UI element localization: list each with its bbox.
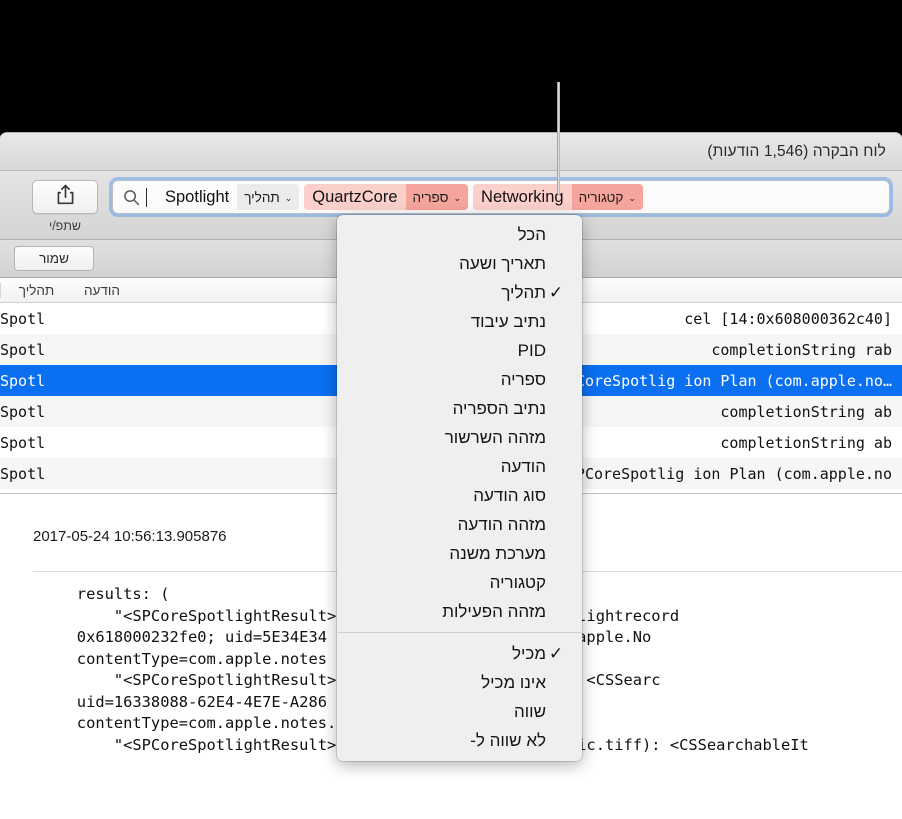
chevron-down-icon: ⌄ [453, 192, 462, 203]
column-header-process[interactable]: תהליך [0, 282, 72, 298]
menu-item-label: סוג הודעה [473, 485, 546, 505]
search-token-library-key[interactable]: ספריה ⌄ [405, 184, 469, 210]
menu-separator [338, 632, 581, 633]
menu-item[interactable]: אינו מכיל [337, 668, 582, 697]
checkmark-icon: ✓ [548, 643, 564, 663]
search-token-library-value: QuartzCore [304, 184, 406, 210]
menu-item-label: מזהה הודעה [457, 514, 546, 534]
search-token-process-key[interactable]: תהליך ⌄ [237, 184, 300, 210]
cell-process: Spotl [0, 433, 46, 452]
menu-item[interactable]: נתיב עיבוד [337, 307, 582, 336]
search-token-category-label: קטגוריה [578, 189, 624, 205]
share-group: שתפ/י [22, 180, 108, 233]
menu-item[interactable]: סוג הודעה [337, 481, 582, 510]
menu-item-label: PID [517, 340, 546, 360]
cell-process: Spotl [0, 340, 46, 359]
save-button[interactable]: שמור [14, 246, 94, 271]
search-token-process-label: תהליך [244, 189, 280, 205]
menu-item-label: תאריך ושעה [459, 253, 546, 273]
menu-item[interactable]: הכל [337, 220, 582, 249]
menu-item-label: מזהה הפעילות [442, 601, 546, 621]
search-icon[interactable] [121, 187, 141, 207]
cell-process: Spotl [0, 371, 46, 390]
menu-item[interactable]: קטגוריה [337, 568, 582, 597]
menu-item[interactable]: נתיב הספריה [337, 394, 582, 423]
menu-item-label: לא שווה ל- [470, 730, 546, 750]
cell-process: Spotl [0, 402, 46, 421]
share-button-label: שתפ/י [48, 219, 82, 233]
checkmark-icon: ✓ [548, 282, 564, 302]
menu-item[interactable]: מערכת משנה [337, 539, 582, 568]
menu-item-label: מכיל [511, 643, 546, 663]
menu-item-label: נתיב הספריה [452, 398, 546, 418]
search-token-category-key[interactable]: קטגוריה ⌄ [571, 184, 643, 210]
callout-pointer-line [557, 82, 560, 194]
menu-item[interactable]: לא שווה ל- [337, 726, 582, 755]
cell-process: Spotl [0, 309, 46, 328]
cell-process: Spotl [0, 464, 46, 483]
menu-item-label: שווה [513, 701, 546, 721]
menu-item-label: אינו מכיל [481, 672, 546, 692]
menu-item-label: מזהה השרשור [444, 427, 546, 447]
menu-item[interactable]: מזהה השרשור [337, 423, 582, 452]
share-button[interactable] [32, 180, 98, 214]
search-token-process-value: Spotlight [165, 187, 230, 206]
menu-item[interactable]: מזהה הודעה [337, 510, 582, 539]
menu-item[interactable]: מזהה הפעילות [337, 597, 582, 626]
menu-item[interactable]: שווה [337, 697, 582, 726]
menu-item[interactable]: ספריה [337, 365, 582, 394]
menu-item-label: מערכת משנה [449, 543, 546, 563]
menu-item[interactable]: הודעה [337, 452, 582, 481]
menu-item[interactable]: תאריך ושעה [337, 249, 582, 278]
menu-item[interactable]: תהליך ✓ [337, 278, 582, 307]
text-caret [146, 187, 147, 207]
menu-item-label: הודעה [500, 456, 546, 476]
search-token-library[interactable]: QuartzCore ספריה ⌄ [304, 184, 469, 210]
share-icon [57, 184, 74, 210]
chevron-down-icon: ⌄ [284, 192, 293, 203]
filter-criteria-menu[interactable]: הכל תאריך ושעה תהליך ✓ נתיב עיבוד PID ספריה נתי… [337, 215, 582, 761]
window-titlebar: לוח הבקרה (1,546 הודעות) [0, 133, 902, 171]
menu-item-label: הכל [517, 224, 546, 244]
menu-item-label: נתיב עיבוד [470, 311, 546, 331]
menu-item[interactable]: PID [337, 336, 582, 365]
menu-item-label: ספריה [500, 369, 546, 389]
window-title: לוח הבקרה (1,546 הודעות) [707, 142, 886, 160]
chevron-down-icon: ⌄ [628, 192, 636, 203]
menu-item[interactable]: מכיל ✓ [337, 639, 582, 668]
menu-item-label: תהליך [501, 282, 546, 302]
search-token-library-label: ספריה [412, 189, 449, 205]
menu-item-label: קטגוריה [489, 572, 546, 592]
search-filter-field[interactable]: Spotlight תהליך ⌄ QuartzCore ספריה ⌄ Net… [112, 180, 890, 214]
search-token-process[interactable]: Spotlight תהליך ⌄ [157, 184, 300, 210]
